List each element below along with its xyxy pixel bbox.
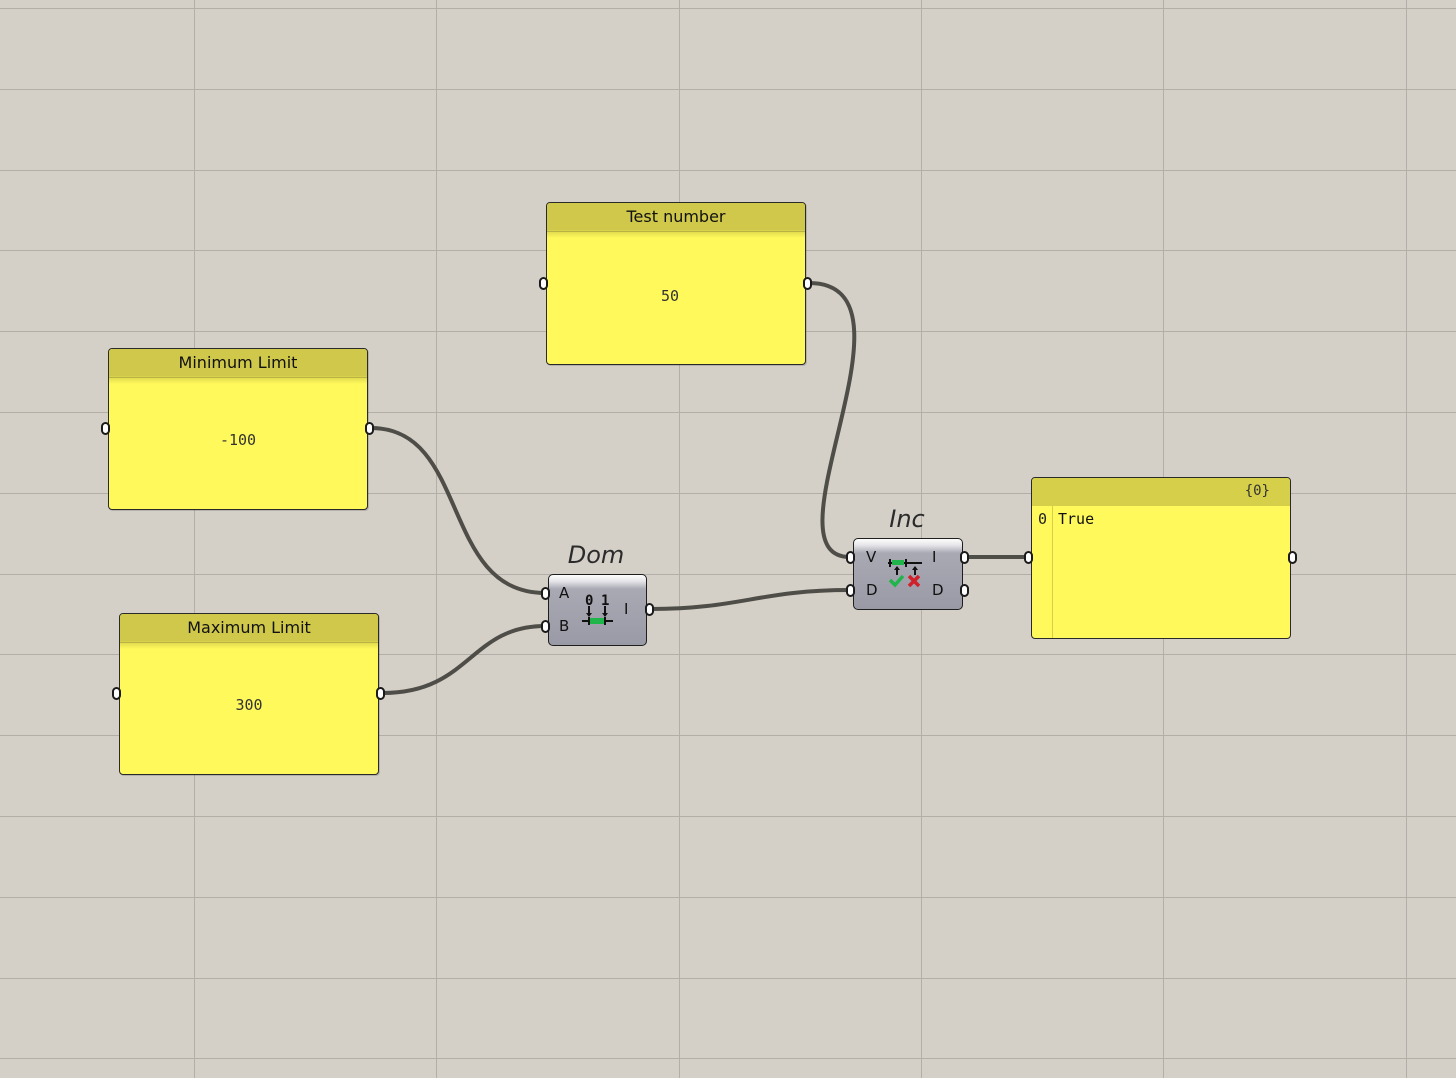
includes-output-i-label: I: [932, 548, 937, 566]
panel-value[interactable]: 50: [547, 287, 805, 305]
panel-title: Maximum Limit: [120, 614, 378, 643]
domain-input-a-grip[interactable]: [541, 587, 550, 600]
test-number-panel[interactable]: Test number 50: [546, 202, 806, 365]
canvas-grid-line: [436, 0, 437, 1078]
maximum-limit-panel[interactable]: Maximum Limit 300: [119, 613, 379, 775]
includes-icon: [888, 559, 922, 588]
data-path-label: {0}: [1032, 478, 1290, 506]
wire-maximum-to-domain-b[interactable]: [381, 624, 547, 695]
list-item-value: True: [1058, 510, 1095, 528]
index-gutter: [1052, 506, 1053, 638]
canvas-grid-line: [1406, 0, 1407, 1078]
canvas-grid-line: [0, 89, 1456, 90]
domain-input-b-grip[interactable]: [541, 620, 550, 633]
domain-output-i-grip[interactable]: [645, 603, 654, 616]
includes-component[interactable]: V D I D: [853, 538, 963, 610]
result-panel[interactable]: {0} 0 True: [1031, 477, 1291, 639]
panel-title: Test number: [547, 203, 805, 232]
domain-input-b-label: B: [559, 617, 570, 635]
canvas-grid-line: [0, 816, 1456, 817]
result-output-grip[interactable]: [1288, 551, 1297, 564]
panel-value[interactable]: -100: [109, 431, 367, 449]
panel-title: Minimum Limit: [109, 349, 367, 378]
canvas-grid-line: [0, 897, 1456, 898]
includes-nickname: Inc: [889, 505, 925, 533]
result-input-grip[interactable]: [1024, 551, 1033, 564]
canvas-grid-line: [0, 978, 1456, 979]
includes-output-d-label: D: [932, 581, 944, 599]
domain-output-i-label: I: [624, 600, 629, 618]
includes-output-d-grip[interactable]: [960, 584, 969, 597]
canvas-grid-line: [0, 170, 1456, 171]
includes-output-i-grip[interactable]: [960, 551, 969, 564]
maximum-output-grip[interactable]: [376, 687, 385, 700]
wire-minimum-to-domain-a[interactable]: [369, 426, 547, 595]
construct-domain-icon: 0 1: [582, 593, 613, 625]
domain-input-a-label: A: [559, 584, 570, 602]
grasshopper-canvas[interactable]: Minimum Limit -100 Maximum Limit 300 Tes…: [0, 0, 1456, 1078]
wire-test-to-includes-v[interactable]: [807, 281, 857, 559]
domain-nickname: Dom: [567, 541, 625, 569]
includes-input-v-grip[interactable]: [846, 551, 855, 564]
test-input-grip[interactable]: [539, 277, 548, 290]
test-output-grip[interactable]: [803, 277, 812, 290]
minimum-limit-panel[interactable]: Minimum Limit -100: [108, 348, 368, 510]
canvas-grid-line: [0, 8, 1456, 9]
includes-input-d-grip[interactable]: [846, 584, 855, 597]
list-item-index: 0: [1038, 510, 1048, 528]
canvas-grid-line: [194, 0, 195, 1078]
includes-input-v-label: V: [866, 548, 877, 566]
wire-domain-i-to-includes-d[interactable]: [649, 588, 852, 611]
panel-value[interactable]: 300: [120, 696, 378, 714]
maximum-input-grip[interactable]: [112, 687, 121, 700]
canvas-grid-line: [679, 0, 680, 1078]
includes-input-d-label: D: [866, 581, 878, 599]
construct-domain-component[interactable]: A B I 0 1: [548, 574, 647, 646]
minimum-output-grip[interactable]: [365, 422, 374, 435]
canvas-grid-line: [0, 1058, 1456, 1059]
minimum-input-grip[interactable]: [101, 422, 110, 435]
